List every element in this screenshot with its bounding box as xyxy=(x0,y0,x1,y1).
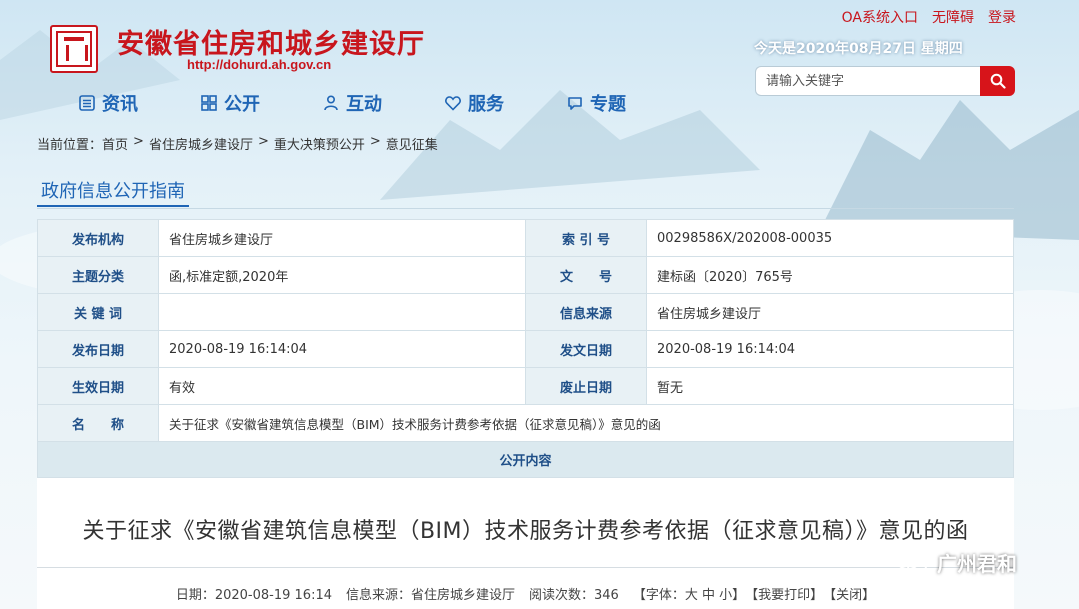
close-link[interactable]: 【关闭】 xyxy=(823,584,875,603)
logo-emblem-icon xyxy=(56,31,92,67)
accessibility-link[interactable]: 无障碍 xyxy=(932,7,974,27)
nav-item-news[interactable]: 资讯 xyxy=(78,90,138,116)
pubdate-value: 2020-08-19 16:14:04 xyxy=(158,330,526,368)
font-size-options[interactable]: 【字体：大 中 小】 xyxy=(633,584,745,603)
nav-label: 专题 xyxy=(590,94,626,115)
article-date: 日期：2020-08-19 16:14 xyxy=(175,588,332,603)
table-row: 生效日期 有效 废止日期 暂无 xyxy=(37,367,1014,405)
search-icon xyxy=(990,73,1006,89)
nav-item-interact[interactable]: 互动 xyxy=(322,90,382,116)
chat-icon xyxy=(568,97,582,110)
table-row: 公开内容 xyxy=(37,441,1014,478)
nav-label: 资讯 xyxy=(102,94,138,115)
topic-label: 主题分类 xyxy=(37,256,159,294)
watermark-text: 广州君和 xyxy=(937,552,1017,576)
divider xyxy=(37,567,1014,568)
name-label: 名 称 xyxy=(37,404,159,442)
breadcrumb-opinion-collection[interactable]: 意见征集 xyxy=(386,134,438,153)
list-icon xyxy=(79,95,95,111)
breadcrumb: 当前位置： 首页 > 省住房城乡建设厅 > 重大决策预公开 > 意见征集 xyxy=(37,134,438,153)
grid-icon xyxy=(201,95,217,111)
article-views: 阅读次数：346 xyxy=(529,588,619,603)
main-nav: 资讯 公开 互动 服务 专题 xyxy=(78,90,688,116)
site-header: 安徽省住房和城乡建设厅 http://dohurd.ah.gov.cn OA系统… xyxy=(0,0,1079,130)
name-value: 关于征求《安徽省建筑信息模型（BIM）技术服务计费参考依据（征求意见稿）》意见的… xyxy=(158,404,1014,442)
index-label: 索 引 号 xyxy=(525,219,647,257)
breadcrumb-sep: > xyxy=(369,134,381,149)
source-label: 信息来源 xyxy=(525,293,647,331)
nav-label: 互动 xyxy=(346,94,382,115)
open-content-header: 公开内容 xyxy=(37,441,1014,478)
docno-label: 文 号 xyxy=(525,256,647,294)
breadcrumb-prefix: 当前位置： xyxy=(37,138,103,153)
article-title: 关于征求《安徽省建筑信息模型（BIM）技术服务计费参考依据（征求意见稿）》意见的… xyxy=(82,519,969,544)
article: 关于征求《安徽省建筑信息模型（BIM）技术服务计费参考依据（征求意见稿）》意见的… xyxy=(37,478,1014,609)
heart-icon xyxy=(445,96,461,111)
breadcrumb-major-decisions[interactable]: 重大决策预公开 xyxy=(274,134,365,153)
breadcrumb-department[interactable]: 省住房城乡建设厅 xyxy=(149,134,253,153)
table-row: 关 键 词 信息来源 省住房城乡建设厅 xyxy=(37,293,1014,331)
top-links: OA系统入口 无障碍 登录 xyxy=(842,7,1016,27)
table-row: 主题分类 函,标准定额,2020年 文 号 建标函〔2020〕765号 xyxy=(37,256,1014,294)
oa-entry-link[interactable]: OA系统入口 xyxy=(842,7,918,27)
docdate-label: 发文日期 xyxy=(525,330,647,368)
abolish-label: 废止日期 xyxy=(525,367,647,405)
tab-gov-info-guide[interactable]: 政府信息公开指南 xyxy=(37,175,189,207)
breadcrumb-home[interactable]: 首页 xyxy=(102,134,128,153)
keywords-label: 关 键 词 xyxy=(37,293,159,331)
search-bar xyxy=(755,66,1015,96)
watermark: 广州君和 xyxy=(895,548,1017,577)
pubdate-label: 发布日期 xyxy=(37,330,159,368)
topic-value: 函,标准定额,2020年 xyxy=(158,256,526,294)
today-date: 今天是2020年08月27日 星期四 xyxy=(754,41,963,57)
breadcrumb-sep: > xyxy=(257,134,269,149)
site-logo[interactable] xyxy=(50,25,98,73)
effdate-label: 生效日期 xyxy=(37,367,159,405)
source-value: 省住房城乡建设厅 xyxy=(646,293,1014,331)
effdate-value: 有效 xyxy=(158,367,526,405)
docdate-value: 2020-08-19 16:14:04 xyxy=(646,330,1014,368)
nav-item-service[interactable]: 服务 xyxy=(444,90,504,116)
info-table: 发布机构 省住房城乡建设厅 索 引 号 00298586X/202008-000… xyxy=(37,219,1014,478)
nav-item-topics[interactable]: 专题 xyxy=(566,90,626,116)
nav-label: 服务 xyxy=(468,94,504,115)
index-value: 00298586X/202008-00035 xyxy=(646,219,1014,257)
divider xyxy=(37,208,1014,209)
print-link[interactable]: 【我要打印】 xyxy=(745,584,823,603)
table-row: 发布日期 2020-08-19 16:14:04 发文日期 2020-08-19… xyxy=(37,330,1014,368)
site-title: 安徽省住房和城乡建设厅 xyxy=(117,29,425,60)
nav-label: 公开 xyxy=(224,94,260,115)
breadcrumb-sep: > xyxy=(133,134,144,149)
people-icon xyxy=(324,95,338,111)
article-source: 信息来源：省住房城乡建设厅 xyxy=(346,588,516,603)
site-url: http://dohurd.ah.gov.cn xyxy=(187,57,332,72)
nav-item-public[interactable]: 公开 xyxy=(200,90,260,116)
search-button[interactable] xyxy=(980,66,1015,96)
article-meta: 日期：2020-08-19 16:14 信息来源：省住房城乡建设厅 阅读次数：3… xyxy=(37,584,1014,603)
publisher-label: 发布机构 xyxy=(37,219,159,257)
keywords-value xyxy=(158,293,526,331)
search-input[interactable] xyxy=(755,66,980,96)
wechat-icon xyxy=(896,549,927,574)
docno-value: 建标函〔2020〕765号 xyxy=(646,256,1014,294)
table-row: 名 称 关于征求《安徽省建筑信息模型（BIM）技术服务计费参考依据（征求意见稿）… xyxy=(37,404,1014,442)
publisher-value: 省住房城乡建设厅 xyxy=(158,219,526,257)
table-row: 发布机构 省住房城乡建设厅 索 引 号 00298586X/202008-000… xyxy=(37,219,1014,257)
abolish-value: 暂无 xyxy=(646,367,1014,405)
login-link[interactable]: 登录 xyxy=(988,7,1016,27)
